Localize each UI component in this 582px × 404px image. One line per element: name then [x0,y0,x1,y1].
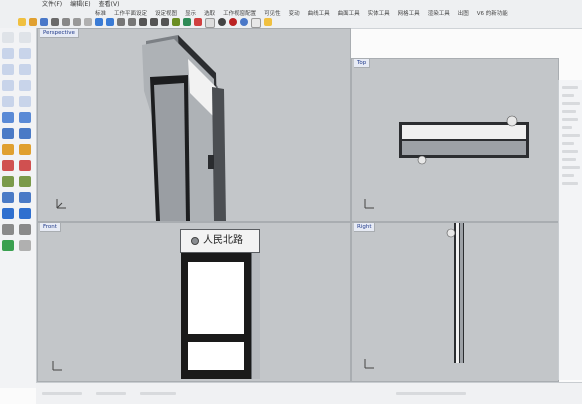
copy-icon[interactable] [73,18,81,26]
properties-panel[interactable] [558,80,582,380]
join-icon[interactable] [19,224,31,235]
trim-icon[interactable] [19,208,31,219]
material-sphere-icon[interactable] [229,18,237,26]
sign-display-window [188,262,244,334]
top-view-sign-model [399,115,529,165]
box-icon[interactable] [2,128,14,139]
layer-icon[interactable] [183,18,191,26]
toolbar-tab-render-tools[interactable]: 渲染工具 [428,10,450,19]
lightbulb-icon[interactable] [205,18,215,28]
polygon-icon[interactable] [19,96,31,107]
fillet-icon[interactable] [19,144,31,155]
sign-lower-window [188,342,244,370]
perspective-sign-model [142,35,226,221]
viewport-right[interactable]: Right [351,222,559,382]
rotate-icon[interactable] [19,176,31,187]
rotate-view-icon[interactable] [128,18,136,26]
zoom-window-icon[interactable] [150,18,158,26]
arc-icon[interactable] [2,80,14,91]
dimension-icon[interactable] [19,240,31,251]
sign-side-bar [251,253,260,379]
extrude-icon[interactable] [19,112,31,123]
menu-item-view[interactable]: 查看(V) [99,0,120,9]
mesh-icon[interactable] [2,160,14,171]
split-icon[interactable] [2,224,14,235]
top-toolbar-area: 文件(F) 编辑(E) 查看(V) 标准 工作平面设定 设定视图 显示 选取 工… [0,0,582,29]
toolbar-tab-drafting[interactable]: 出图 [458,10,469,19]
environment-sphere-icon[interactable] [240,18,248,26]
redo-icon[interactable] [106,18,114,26]
sign-title: 人民北路 [203,235,243,246]
copy-tool-icon[interactable] [2,176,14,187]
toolbar-tab-surface-tools[interactable]: 曲面工具 [338,10,360,19]
ellipse-icon[interactable] [19,80,31,91]
mirror-icon[interactable] [19,192,31,203]
cplane-icon[interactable] [172,18,180,26]
print-icon[interactable] [51,18,59,26]
toolbar-icon-row [18,18,272,28]
surface-icon[interactable] [2,112,14,123]
scale-icon[interactable] [2,192,14,203]
viewport-perspective[interactable]: Perspective [37,28,351,222]
move-icon[interactable] [19,160,31,171]
render-sphere-icon[interactable] [218,18,226,26]
zoom-extents-icon[interactable] [161,18,169,26]
front-sign-model: 人民北路 [180,229,260,381]
axis-icon [56,199,66,209]
toolbar-tab-mesh-tools[interactable]: 网格工具 [398,10,420,19]
array-icon[interactable] [2,208,14,219]
line-icon[interactable] [2,48,14,59]
help-icon[interactable] [264,18,272,26]
sphere-icon[interactable] [19,128,31,139]
undo-icon[interactable] [95,18,103,26]
check-icon[interactable] [2,240,14,251]
sign-body-frame [181,253,251,379]
sign-header-panel: 人民北路 [180,229,260,253]
toolbar-tab-new-in-v6[interactable]: V6 的新功能 [477,10,508,19]
boolean-icon[interactable] [2,144,14,155]
toolbar-tab-transform[interactable]: 变动 [289,10,300,19]
toolbar-tab-solid-tools[interactable]: 实体工具 [368,10,390,19]
viewport-front[interactable]: Front 人民北路 [37,222,351,382]
menu-item-file[interactable]: 文件(F) [42,0,62,9]
save-icon[interactable] [40,18,48,26]
viewport-label-front[interactable]: Front [40,223,61,232]
curve-icon[interactable] [2,64,14,75]
toolbar-tab-curve-tools[interactable]: 曲线工具 [308,10,330,19]
open-file-icon[interactable] [29,18,37,26]
pan-icon[interactable] [117,18,125,26]
cut-icon[interactable] [62,18,70,26]
zoom-icon[interactable] [139,18,147,26]
new-file-icon[interactable] [18,18,26,26]
menu-bar: 文件(F) 编辑(E) 查看(V) [42,0,119,9]
rectangle-icon[interactable] [2,96,14,107]
paste-icon[interactable] [84,18,92,26]
properties-icon[interactable] [194,18,202,26]
point-icon[interactable] [19,32,31,43]
right-view-sign-model [446,223,464,363]
menu-item-edit[interactable]: 编辑(E) [70,0,90,9]
left-tool-palette [0,28,37,388]
axis-icon [364,199,374,209]
circle-icon[interactable] [19,64,31,75]
polyline-icon[interactable] [19,48,31,59]
options-icon[interactable] [251,18,261,28]
viewport-top[interactable]: Top [351,58,559,222]
select-icon[interactable] [2,32,14,43]
sign-marker-icon [191,237,199,245]
status-bar [36,382,582,404]
axis-icon [364,359,374,369]
axis-icon [52,361,62,371]
